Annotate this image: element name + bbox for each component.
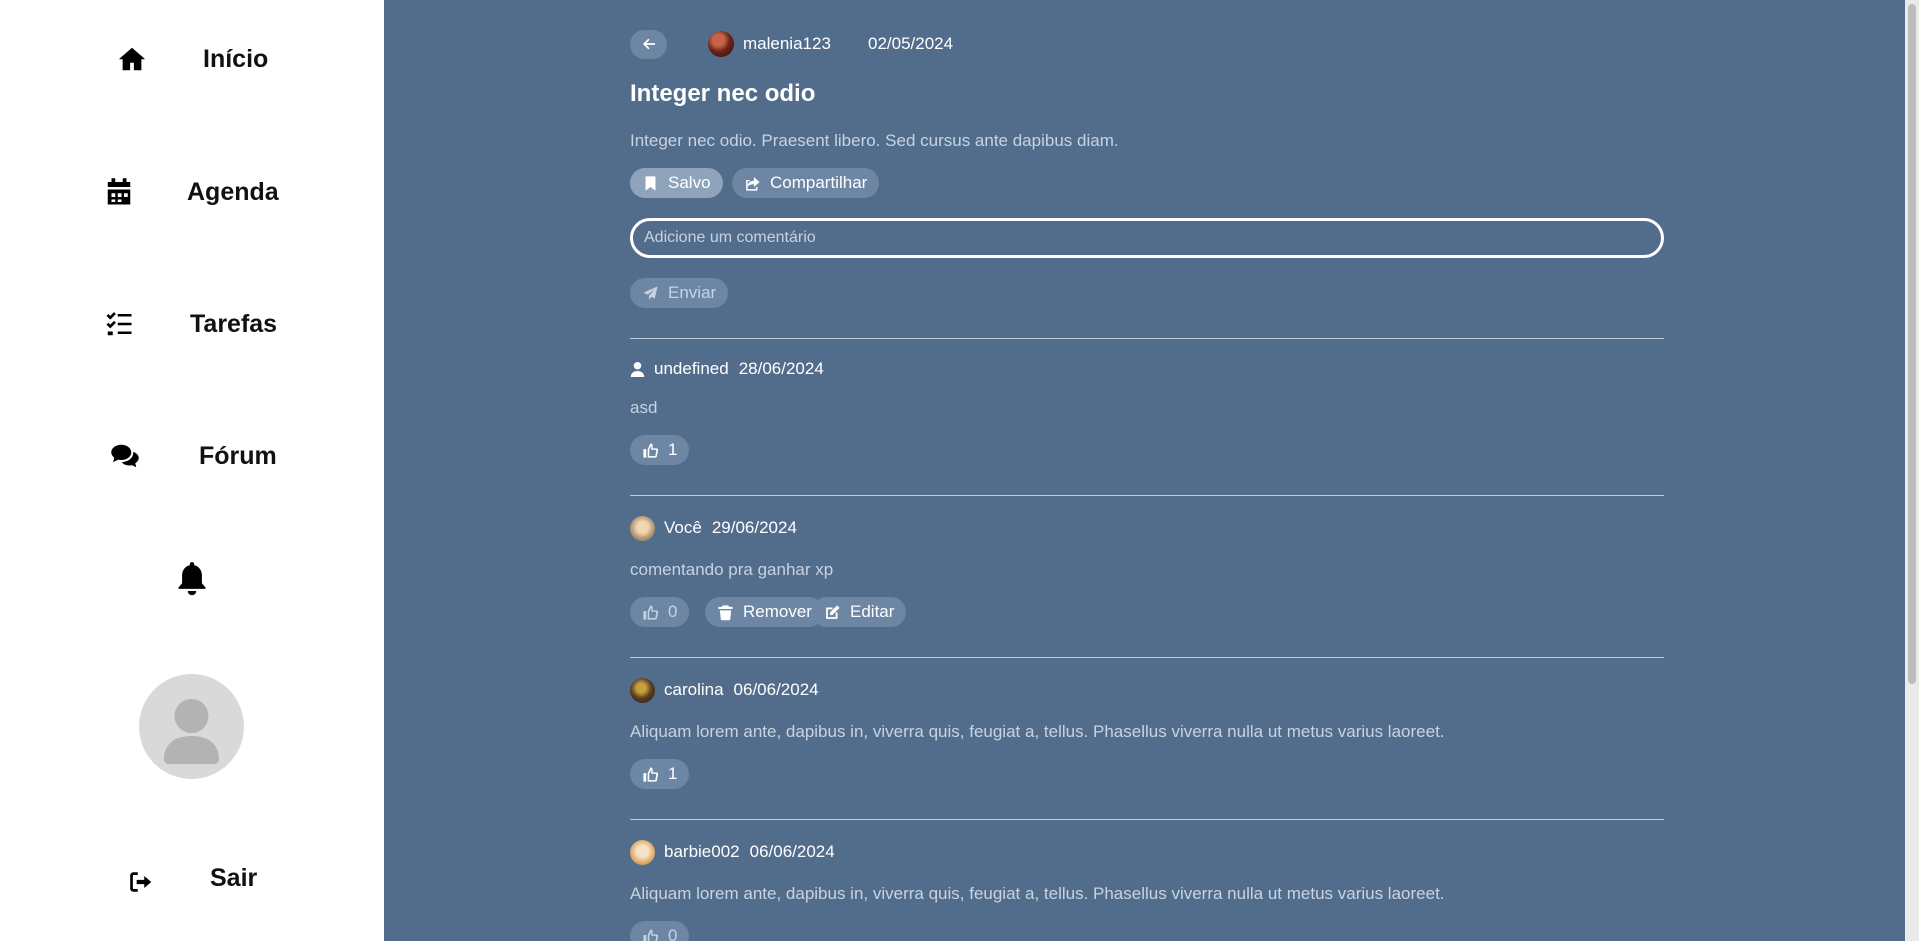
comment-date: 29/06/2024: [711, 518, 797, 537]
post-body: Integer nec odio. Praesent libero. Sed c…: [630, 131, 1119, 150]
sidebar-item-label: Agenda: [187, 177, 279, 206]
bookmark-icon: [645, 175, 656, 191]
comment-author: carolina: [664, 680, 724, 699]
share-icon: [746, 176, 760, 191]
divider: [630, 657, 1664, 658]
sidebar-item-tarefas[interactable]: Tarefas: [104, 309, 277, 339]
user-icon: [630, 361, 645, 378]
paper-plane-icon: [643, 285, 658, 300]
like-button[interactable]: 0: [630, 597, 690, 627]
comment-avatar[interactable]: [630, 839, 655, 865]
sidebar-item-agenda[interactable]: Agenda: [104, 177, 279, 207]
remove-label: Remover: [743, 602, 812, 621]
comment-text: asd: [630, 398, 658, 417]
comment-avatar[interactable]: [630, 515, 655, 541]
scrollbar[interactable]: [1905, 0, 1919, 941]
like-button[interactable]: 1: [630, 759, 690, 789]
divider: [630, 495, 1664, 496]
divider: [630, 819, 1664, 820]
comments-icon: [110, 441, 140, 471]
thumbs-up-icon: [643, 766, 659, 782]
trash-icon: [718, 604, 733, 620]
comment-date: 06/06/2024: [733, 680, 819, 699]
comment-text: Aliquam lorem ante, dapibus in, viverra …: [630, 884, 1445, 903]
comment-header: Você 29/06/2024: [630, 515, 797, 541]
thumbs-up-icon: [643, 604, 659, 620]
post-title: Integer nec odio: [630, 80, 816, 107]
comment-author: barbie002: [664, 842, 740, 861]
share-label: Compartilhar: [770, 173, 868, 192]
task-list-icon: [104, 309, 134, 339]
sidebar-item-label: Tarefas: [190, 309, 278, 338]
comment-date: 28/06/2024: [738, 359, 824, 378]
like-count: 0: [668, 602, 678, 621]
comment-text: comentando pra ganhar xp: [630, 560, 834, 579]
sidebar-item-label: Sair: [210, 864, 258, 892]
scrollbar-thumb[interactable]: [1908, 4, 1916, 684]
comment-avatar[interactable]: [630, 677, 655, 703]
remove-button[interactable]: Remover: [705, 597, 824, 627]
comment-header: undefined 28/06/2024: [630, 356, 824, 382]
logout-button[interactable]: Sair: [128, 864, 257, 895]
comment-date: 06/06/2024: [749, 842, 835, 861]
like-count: 1: [668, 440, 678, 459]
comment-text: Aliquam lorem ante, dapibus in, viverra …: [630, 722, 1445, 741]
like-button[interactable]: 0: [630, 921, 690, 941]
calendar-icon: [104, 177, 134, 207]
comment-header: barbie002 06/06/2024: [630, 839, 835, 865]
like-button[interactable]: 1: [630, 435, 690, 465]
divider: [630, 338, 1664, 339]
sidebar-item-label: Fórum: [199, 441, 277, 470]
edit-icon: [826, 604, 840, 619]
thumbs-up-icon: [643, 928, 659, 941]
post-date: 02/05/2024: [868, 34, 954, 53]
send-button[interactable]: Enviar: [630, 278, 729, 308]
share-button[interactable]: Compartilhar: [732, 168, 880, 198]
author-avatar[interactable]: [708, 31, 734, 57]
send-label: Enviar: [668, 283, 717, 302]
sidebar-item-forum[interactable]: Fórum: [110, 441, 277, 471]
comment-author: undefined: [654, 359, 729, 378]
comment-header: carolina 06/06/2024: [630, 677, 819, 703]
comment-input[interactable]: [630, 218, 1664, 258]
user-avatar-icon: [164, 699, 219, 764]
back-button[interactable]: [630, 29, 667, 59]
like-count: 0: [668, 926, 678, 941]
profile-avatar[interactable]: [139, 674, 244, 779]
home-icon: [117, 44, 147, 74]
edit-label: Editar: [850, 602, 895, 621]
saved-label: Salvo: [668, 173, 711, 192]
saved-button[interactable]: Salvo: [630, 168, 723, 198]
thumbs-up-icon: [643, 442, 659, 458]
edit-button[interactable]: Editar: [812, 597, 907, 627]
sidebar-item-label: Início: [203, 44, 269, 73]
sidebar-item-inicio[interactable]: Início: [117, 44, 268, 74]
bell-icon[interactable]: [175, 560, 209, 598]
author-name[interactable]: malenia123: [743, 34, 831, 54]
main-content: malenia123 02/05/2024 Integer nec odio I…: [384, 0, 1919, 941]
like-count: 1: [668, 764, 678, 783]
arrow-left-icon: [642, 38, 655, 50]
post-header: malenia123 02/05/2024: [630, 29, 953, 59]
sign-out-icon: [128, 869, 154, 895]
comment-author: Você: [664, 518, 702, 537]
sidebar: Início Agenda Tarefas Fórum Sair: [0, 0, 384, 941]
